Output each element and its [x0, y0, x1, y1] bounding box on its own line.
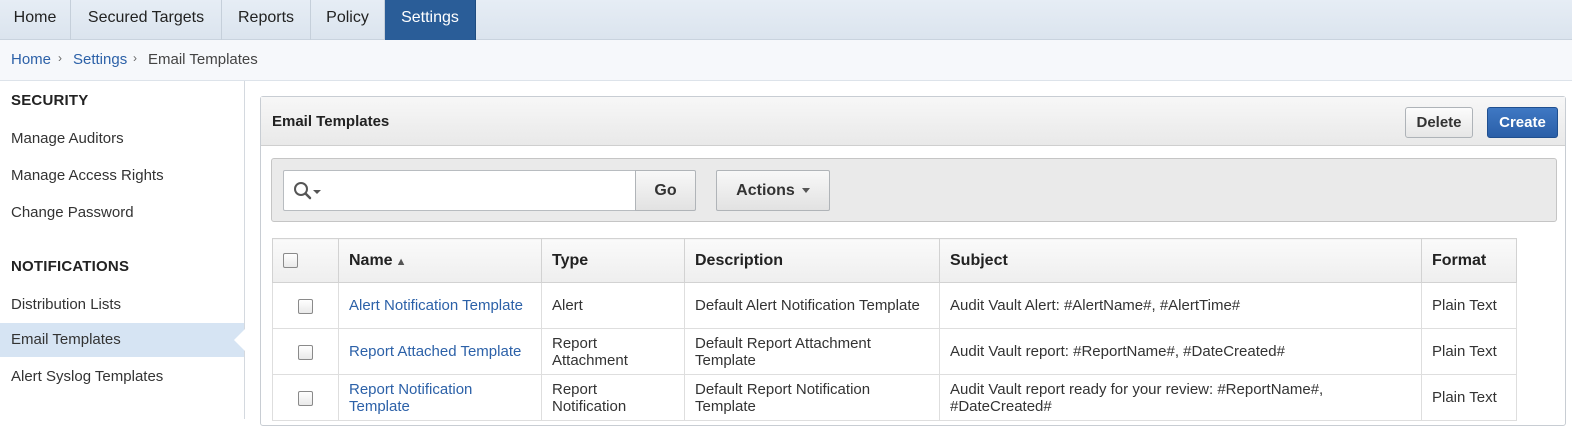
- column-header-subject[interactable]: Subject: [939, 238, 1422, 283]
- row-select-cell: [272, 328, 339, 375]
- actions-menu-button[interactable]: Actions: [716, 170, 830, 211]
- table-header-row: Name ▲ Type Description Subject Format: [272, 238, 1517, 283]
- table-row: Report Attached Template Report Attachme…: [272, 328, 1517, 375]
- row-select-cell: [272, 282, 339, 329]
- tab-home[interactable]: Home: [0, 0, 71, 40]
- tab-secured-targets[interactable]: Secured Targets: [71, 0, 222, 40]
- template-name-link[interactable]: Report Attached Template: [349, 343, 521, 360]
- search-input[interactable]: [283, 170, 636, 211]
- sidebar-item-alert-syslog-templates[interactable]: Alert Syslog Templates: [0, 360, 244, 394]
- delete-button[interactable]: Delete: [1405, 107, 1473, 138]
- sidebar-item-change-password[interactable]: Change Password: [0, 196, 244, 230]
- template-name-link[interactable]: Alert Notification Template: [349, 297, 523, 314]
- chevron-right-icon: ›: [133, 51, 137, 65]
- sidebar-item-distribution-lists[interactable]: Distribution Lists: [0, 288, 244, 322]
- tab-settings[interactable]: Settings: [385, 0, 476, 40]
- template-format: Plain Text: [1421, 282, 1517, 329]
- row-select-cell: [272, 374, 339, 421]
- search-icon[interactable]: [292, 180, 324, 202]
- sidebar-heading-notifications: NOTIFICATIONS: [11, 258, 130, 275]
- breadcrumb: Home › Settings › Email Templates: [0, 40, 1572, 81]
- template-subject: Audit Vault report ready for your review…: [939, 374, 1422, 421]
- sort-ascending-icon: ▲: [395, 255, 407, 268]
- breadcrumb-current: Email Templates: [148, 51, 258, 68]
- sidebar-heading-security: SECURITY: [11, 92, 89, 109]
- template-subject: Audit Vault Alert: #AlertName#, #AlertTi…: [939, 282, 1422, 329]
- select-all-cell: [272, 238, 339, 283]
- template-subject: Audit Vault report: #ReportName#, #DateC…: [939, 328, 1422, 375]
- active-pointer-icon: [234, 329, 245, 351]
- sidebar: SECURITY Manage Auditors Manage Access R…: [0, 81, 245, 419]
- select-all-checkbox[interactable]: [283, 252, 298, 268]
- create-button[interactable]: Create: [1487, 107, 1558, 138]
- template-description: Default Report Attachment Template: [684, 328, 940, 375]
- top-navigation: Home Secured Targets Reports Policy Sett…: [0, 0, 1572, 40]
- report-toolbar: Go Actions: [271, 158, 1557, 222]
- column-header-format[interactable]: Format: [1421, 238, 1517, 283]
- go-button[interactable]: Go: [635, 170, 696, 211]
- table-row: Alert Notification Template Alert Defaul…: [272, 282, 1517, 329]
- actions-label: Actions: [736, 182, 795, 199]
- region-title: Email Templates: [272, 113, 390, 130]
- chevron-right-icon: ›: [58, 51, 62, 65]
- template-type: Report Attachment: [541, 328, 685, 375]
- template-type: Alert: [541, 282, 685, 329]
- caret-down-icon: [801, 188, 810, 194]
- row-checkbox[interactable]: [298, 390, 313, 406]
- sidebar-item-label: Email Templates: [11, 331, 121, 348]
- sidebar-item-manage-access-rights[interactable]: Manage Access Rights: [0, 159, 244, 193]
- table-row: Report Notification Template Report Noti…: [272, 374, 1517, 421]
- region-header: Email Templates Delete Create: [261, 97, 1565, 146]
- column-header-name[interactable]: Name ▲: [338, 238, 542, 283]
- template-format: Plain Text: [1421, 328, 1517, 375]
- sidebar-item-manage-auditors[interactable]: Manage Auditors: [0, 122, 244, 156]
- template-type: Report Notification: [541, 374, 685, 421]
- template-format: Plain Text: [1421, 374, 1517, 421]
- column-header-description[interactable]: Description: [684, 238, 940, 283]
- column-label: Name: [349, 251, 393, 269]
- row-checkbox[interactable]: [298, 344, 313, 360]
- sidebar-item-email-templates[interactable]: Email Templates: [0, 323, 245, 357]
- breadcrumb-home[interactable]: Home: [11, 51, 51, 68]
- breadcrumb-settings[interactable]: Settings: [73, 51, 127, 68]
- template-description: Default Report Notification Template: [684, 374, 940, 421]
- tab-policy[interactable]: Policy: [311, 0, 385, 40]
- email-templates-region: Email Templates Delete Create Go Actions…: [260, 96, 1566, 426]
- row-checkbox[interactable]: [298, 298, 313, 314]
- template-description: Default Alert Notification Template: [684, 282, 940, 329]
- tab-reports[interactable]: Reports: [222, 0, 311, 40]
- column-header-type[interactable]: Type: [541, 238, 685, 283]
- template-name-link[interactable]: Report Notification Template: [349, 381, 472, 415]
- email-templates-table: Name ▲ Type Description Subject Format Al…: [272, 238, 1517, 421]
